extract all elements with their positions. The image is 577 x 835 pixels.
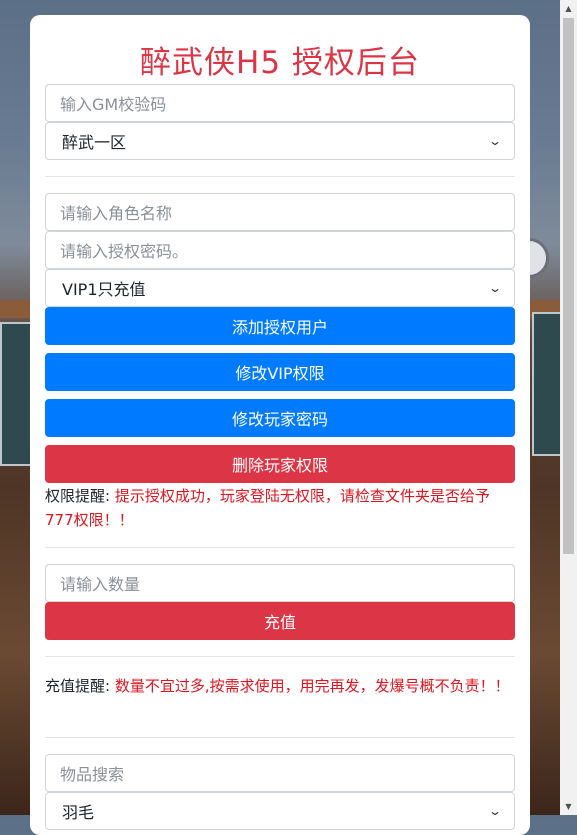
auth-password-input[interactable]: 请输入授权密码。 bbox=[45, 231, 515, 269]
divider bbox=[45, 737, 515, 738]
chevron-down-icon: ⌄ bbox=[487, 281, 503, 295]
recharge-button[interactable]: 充值 bbox=[45, 602, 515, 640]
main-card: 醉武侠H5 授权后台 输入GM校验码 醉武一区 ⌄ 请输入角色名称 请输入授权密… bbox=[30, 15, 530, 835]
vip-select-value: VIP1只充值 bbox=[62, 280, 146, 299]
permission-notice-label: 权限提醒: bbox=[45, 487, 111, 505]
role-name-input[interactable]: 请输入角色名称 bbox=[45, 193, 515, 231]
item-search-input[interactable]: 物品搜索 bbox=[45, 754, 515, 792]
scroll-up-arrow-icon[interactable]: ▲ bbox=[560, 0, 577, 17]
item-select-value: 羽毛 bbox=[62, 803, 95, 822]
scrollbar-thumb[interactable] bbox=[563, 18, 574, 554]
quantity-input[interactable]: 请输入数量 bbox=[45, 564, 515, 602]
background-window-left bbox=[0, 322, 32, 466]
recharge-notice-label: 充值提醒: bbox=[45, 677, 111, 695]
chevron-down-icon: ⌄ bbox=[487, 804, 503, 818]
server-select-value: 醉武一区 bbox=[62, 133, 127, 152]
chevron-down-icon: ⌄ bbox=[487, 134, 503, 148]
scroll-down-arrow-icon[interactable]: ▼ bbox=[560, 798, 577, 815]
permission-notice-message: 提示授权成功，玩家登陆无权限，请检查文件夹是否给予777权限！！ bbox=[45, 487, 490, 529]
vip-select[interactable]: VIP1只充值 ⌄ bbox=[45, 269, 515, 307]
divider bbox=[45, 656, 515, 657]
delete-permission-button[interactable]: 删除玩家权限 bbox=[45, 445, 515, 483]
page-scrollbar[interactable]: ▲ ▼ bbox=[560, 0, 577, 815]
modify-vip-button[interactable]: 修改VIP权限 bbox=[45, 353, 515, 391]
recharge-notice: 充值提醒: 数量不宜过多,按需求使用，用完再发，发爆号概不负责！！ bbox=[45, 674, 515, 698]
modify-password-button[interactable]: 修改玩家密码 bbox=[45, 399, 515, 437]
server-select[interactable]: 醉武一区 ⌄ bbox=[45, 122, 515, 160]
gm-code-input[interactable]: 输入GM校验码 bbox=[45, 84, 515, 122]
page-title: 醉武侠H5 授权后台 bbox=[140, 45, 420, 81]
recharge-notice-message: 数量不宜过多,按需求使用，用完再发，发爆号概不负责！！ bbox=[110, 677, 510, 695]
divider bbox=[45, 176, 515, 177]
divider bbox=[45, 547, 515, 548]
item-select[interactable]: 羽毛 ⌄ bbox=[45, 792, 515, 830]
permission-notice: 权限提醒: 提示授权成功，玩家登陆无权限，请检查文件夹是否给予777权限！！ bbox=[45, 484, 515, 532]
add-user-button[interactable]: 添加授权用户 bbox=[45, 307, 515, 345]
